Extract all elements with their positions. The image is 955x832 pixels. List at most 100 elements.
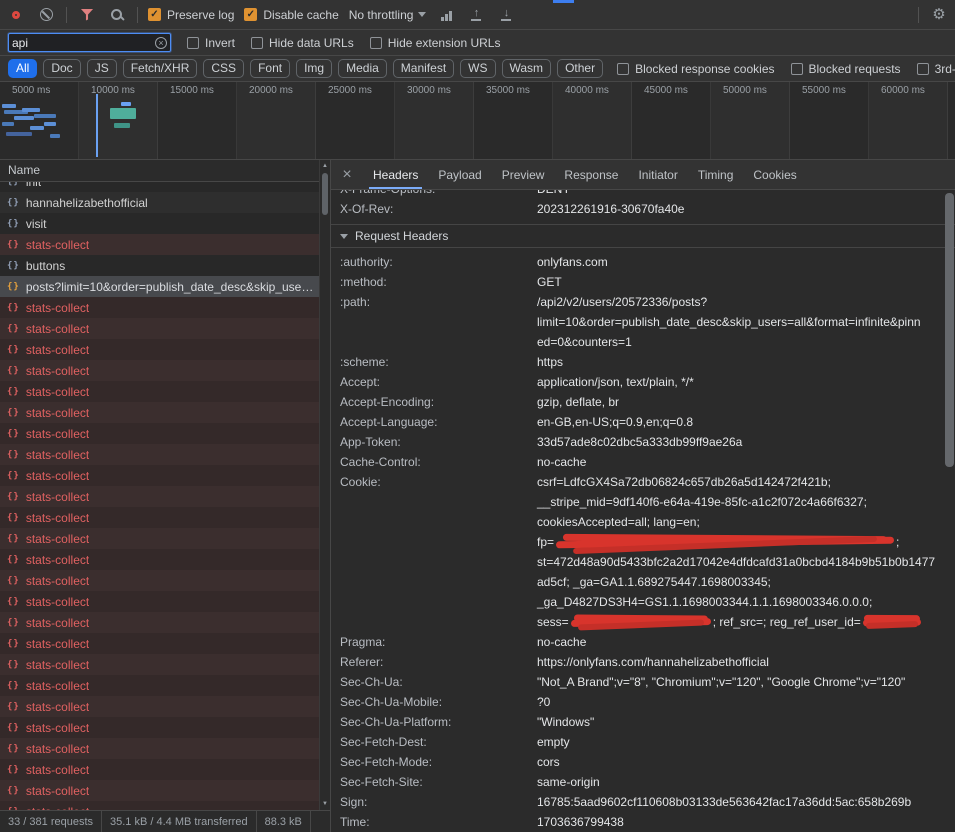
close-details-button[interactable] (331, 160, 363, 189)
details-scrollbar-thumb[interactable] (945, 193, 954, 467)
filter-chip-wasm[interactable]: Wasm (502, 59, 552, 78)
name-column-header[interactable]: Name (0, 160, 330, 182)
clear-button[interactable] (36, 5, 56, 25)
request-row[interactable]: {}stats-collect (0, 465, 330, 486)
request-row[interactable]: {}stats-collect (0, 738, 330, 759)
request-row[interactable]: {}stats-collect (0, 696, 330, 717)
request-row[interactable]: {}stats-collect (0, 801, 330, 810)
request-headers-section[interactable]: Request Headers (331, 224, 955, 248)
filter-toggle-button[interactable] (77, 5, 97, 25)
preserve-log-checkbox[interactable]: Preserve log (148, 8, 234, 22)
filter-chip-other[interactable]: Other (557, 59, 603, 78)
tab-preview[interactable]: Preview (492, 160, 555, 189)
header-name: Pragma: (340, 632, 537, 652)
request-row[interactable]: {}stats-collect (0, 234, 330, 255)
invert-checkbox[interactable]: Invert (187, 36, 235, 50)
request-row[interactable]: {}stats-collect (0, 423, 330, 444)
header-row: Time:1703636799438 (340, 812, 941, 832)
filter-chip-doc[interactable]: Doc (43, 59, 80, 78)
request-row[interactable]: {}stats-collect (0, 654, 330, 675)
scroll-down-icon[interactable] (320, 801, 330, 807)
request-row[interactable]: {} buttons (0, 255, 330, 276)
tab-initiator[interactable]: Initiator (628, 160, 687, 189)
headers-content[interactable]: X-Frame-Options:DENYX-Of-Rev:20231226191… (331, 190, 955, 832)
request-name: stats-collect (26, 406, 89, 420)
scrollbar-thumb[interactable] (322, 173, 328, 215)
filter-checkbox-blocked-requests[interactable]: Blocked requests (791, 62, 901, 76)
request-row[interactable]: {}stats-collect (0, 360, 330, 381)
settings-button[interactable] (929, 5, 949, 25)
header-row: App-Token:33d57ade8c02dbc5a333db99ff9ae2… (340, 432, 941, 452)
request-row[interactable]: {}init (0, 182, 330, 192)
hide-extension-urls-checkbox[interactable]: Hide extension URLs (370, 36, 501, 50)
export-har-button[interactable] (496, 5, 516, 25)
request-row[interactable]: {}stats-collect (0, 633, 330, 654)
xhr-icon: {} (7, 681, 20, 691)
request-row[interactable]: {}stats-collect (0, 444, 330, 465)
request-row[interactable]: {}stats-collect (0, 612, 330, 633)
throttling-dropdown[interactable]: No throttling (349, 8, 427, 22)
request-list-viewport[interactable]: {}init{}hannahelizabethofficial{}visit{}… (0, 182, 330, 810)
tab-headers[interactable]: Headers (363, 160, 428, 189)
import-har-button[interactable] (466, 5, 486, 25)
header-name: Sec-Fetch-Site: (340, 772, 537, 792)
request-row[interactable]: {}stats-collect (0, 297, 330, 318)
filter-chip-font[interactable]: Font (250, 59, 290, 78)
request-row[interactable]: {}stats-collect (0, 486, 330, 507)
hide-data-urls-checkbox[interactable]: Hide data URLs (251, 36, 354, 50)
filter-checkbox-3rd-party-requests[interactable]: 3rd-party requests (917, 62, 955, 76)
request-row[interactable]: {}stats-collect (0, 759, 330, 780)
hide-extension-urls-label: Hide extension URLs (388, 36, 501, 50)
xhr-icon: {} (7, 702, 20, 712)
record-button[interactable] (6, 5, 26, 25)
request-row[interactable]: {}stats-collect (0, 591, 330, 612)
request-row[interactable]: {}stats-collect (0, 402, 330, 423)
request-row[interactable]: {}stats-collect (0, 570, 330, 591)
request-row[interactable]: {}stats-collect (0, 339, 330, 360)
request-row[interactable]: {}stats-collect (0, 318, 330, 339)
request-row[interactable]: {}stats-collect (0, 381, 330, 402)
filter-chip-fetchxhr[interactable]: Fetch/XHR (123, 59, 198, 78)
tab-payload[interactable]: Payload (428, 160, 491, 189)
tab-timing[interactable]: Timing (688, 160, 744, 189)
request-row[interactable]: {}hannahelizabethofficial (0, 192, 330, 213)
filter-chip-img[interactable]: Img (296, 59, 332, 78)
filter-chip-all[interactable]: All (8, 59, 37, 78)
request-name: buttons (26, 259, 65, 273)
filter-chip-ws[interactable]: WS (460, 59, 495, 78)
request-name: stats-collect (26, 742, 89, 756)
request-row[interactable]: {}stats-collect (0, 528, 330, 549)
filter-chip-media[interactable]: Media (338, 59, 387, 78)
request-name: visit (26, 217, 47, 231)
search-button[interactable] (107, 5, 127, 25)
xhr-icon: {} (7, 261, 20, 271)
filter-input-box[interactable] (8, 33, 171, 52)
request-row[interactable]: {}visit (0, 213, 330, 234)
search-icon (110, 8, 124, 22)
request-row[interactable]: {}posts?limit=10&order=publish_date_desc… (0, 276, 330, 297)
request-row[interactable]: {}stats-collect (0, 780, 330, 801)
requests-scrollbar[interactable] (319, 160, 330, 810)
filter-input[interactable] (10, 36, 155, 50)
header-name: Sign: (340, 792, 537, 812)
preserve-log-label: Preserve log (167, 8, 234, 22)
filter-checkbox-blocked-response-cookies[interactable]: Blocked response cookies (617, 62, 774, 76)
disable-cache-checkbox[interactable]: Disable cache (244, 8, 338, 22)
filter-chip-js[interactable]: JS (87, 59, 117, 78)
clear-filter-icon[interactable] (155, 37, 167, 49)
header-row: Accept-Encoding:gzip, deflate, br (340, 392, 941, 412)
header-name: Sec-Fetch-Mode: (340, 752, 537, 772)
request-row[interactable]: {}stats-collect (0, 717, 330, 738)
requests-count: 33 / 381 requests (0, 811, 102, 832)
request-row[interactable]: {}stats-collect (0, 549, 330, 570)
tab-cookies[interactable]: Cookies (743, 160, 806, 189)
request-row[interactable]: {}stats-collect (0, 675, 330, 696)
filter-chip-manifest[interactable]: Manifest (393, 59, 454, 78)
network-conditions-button[interactable] (436, 5, 456, 25)
request-row[interactable]: {}stats-collect (0, 507, 330, 528)
scroll-up-icon[interactable] (320, 163, 330, 169)
tab-response[interactable]: Response (554, 160, 628, 189)
request-name: stats-collect (26, 238, 89, 252)
timeline-overview[interactable]: 5000 ms10000 ms15000 ms20000 ms25000 ms3… (0, 82, 955, 160)
filter-chip-css[interactable]: CSS (203, 59, 244, 78)
